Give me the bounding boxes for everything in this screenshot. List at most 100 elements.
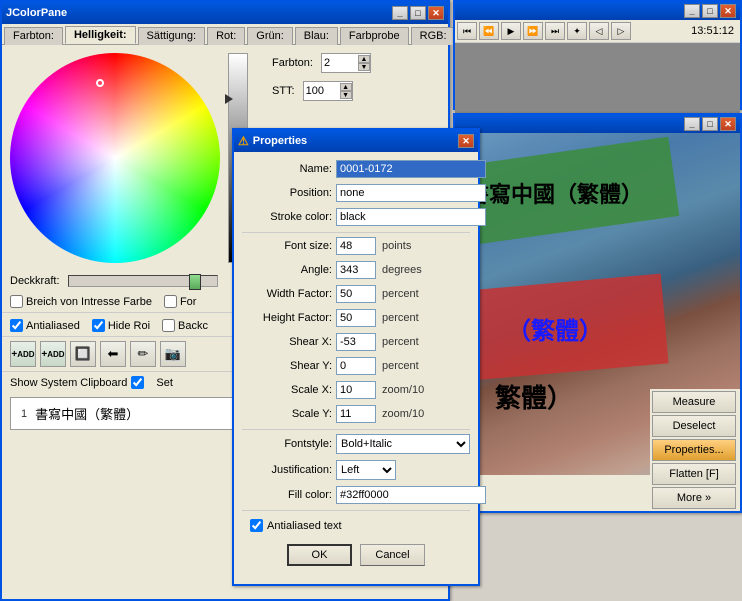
more-button[interactable]: More » <box>652 487 736 509</box>
flatten-button[interactable]: Flatten [F] <box>652 463 736 485</box>
maximize-button[interactable]: □ <box>410 6 426 20</box>
minimize-button[interactable]: _ <box>392 6 408 20</box>
prop-fillcolor-label: Fill color: <box>242 489 332 501</box>
img-btn-3[interactable]: ▶ <box>501 22 521 40</box>
title-controls: _ □ ✕ <box>392 6 444 20</box>
tool-btn-5[interactable]: ✏ <box>130 341 156 367</box>
prop-angle-input[interactable] <box>336 261 376 279</box>
measure-button[interactable]: Measure <box>652 391 736 413</box>
prop-scalex-input[interactable] <box>336 381 376 399</box>
tab-blau[interactable]: Blau: <box>295 27 338 45</box>
farbton-down[interactable]: ▼ <box>358 63 370 71</box>
stt-input[interactable] <box>304 82 340 100</box>
jcolorpane-titlebar: JColorPane _ □ ✕ <box>2 2 448 24</box>
prop-fillcolor-input[interactable] <box>336 486 486 504</box>
hide-roi-checkbox[interactable] <box>92 319 105 332</box>
prop-sheary-label: Shear Y: <box>242 360 332 372</box>
prop-heightfactor-input[interactable] <box>336 309 376 327</box>
deselect-button[interactable]: Deselect <box>652 415 736 437</box>
farbton-spinner[interactable]: ▲ ▼ <box>358 55 370 71</box>
prop-angle-row: Angle: degrees <box>242 261 470 279</box>
tool-btn-4[interactable]: ⬅ <box>100 341 126 367</box>
prop-name-input[interactable] <box>336 160 486 178</box>
prop-stroke-input[interactable] <box>336 208 486 226</box>
back-cb-item: Backc <box>162 319 208 332</box>
tab-farbton[interactable]: Farbton: <box>4 27 63 45</box>
imgwin-minimize[interactable]: _ <box>684 4 700 18</box>
img-btn-6[interactable]: ✦ <box>567 22 587 40</box>
photowin-close[interactable]: ✕ <box>720 117 736 131</box>
farbton-up[interactable]: ▲ <box>358 55 370 63</box>
prop-name-row: Name: <box>242 160 470 178</box>
stt-up[interactable]: ▲ <box>340 83 352 91</box>
widthfactor-unit: percent <box>382 288 419 300</box>
tab-farbprobe[interactable]: Farbprobe <box>340 27 409 45</box>
breich-label: Breich von Intresse Farbe <box>26 296 152 308</box>
photowin-titlebar: _ □ ✕ <box>455 115 740 133</box>
img-btn-2[interactable]: ⏪ <box>479 22 499 40</box>
shearx-unit: percent <box>382 336 419 348</box>
prop-position-input[interactable] <box>336 184 486 202</box>
opacity-slider[interactable] <box>68 275 218 287</box>
show-clipboard-checkbox[interactable] <box>131 376 144 389</box>
prop-justification-select[interactable]: Left Center Right <box>336 460 396 480</box>
prop-fontstyle-select[interactable]: Bold+Italic Bold Italic Plain <box>336 434 470 454</box>
farbton-input[interactable] <box>322 54 358 72</box>
prop-heightfactor-label: Height Factor: <box>242 312 332 324</box>
stt-down[interactable]: ▼ <box>340 91 352 99</box>
for-checkbox[interactable] <box>164 295 177 308</box>
properties-button[interactable]: Properties... <box>652 439 736 461</box>
prop-shearx-input[interactable] <box>336 333 376 351</box>
tool-btn-6[interactable]: 📷 <box>160 341 186 367</box>
cancel-button[interactable]: Cancel <box>360 544 425 566</box>
img-btn-r1[interactable]: ◁ <box>589 22 609 40</box>
cn-text-red: （繁體） <box>507 311 603 346</box>
prop-fillcolor-row: Fill color: <box>242 486 470 504</box>
imgwin-maximize[interactable]: □ <box>702 4 718 18</box>
tab-grun[interactable]: Grün: <box>247 27 293 45</box>
prop-fontsize-input[interactable] <box>336 237 376 255</box>
tool-btn-3[interactable]: 🔲 <box>70 341 96 367</box>
tab-rgb[interactable]: RGB: <box>411 27 456 45</box>
for-label: For <box>180 296 197 308</box>
fontsize-unit: points <box>382 240 411 252</box>
hide-roi-label: Hide Roi <box>108 320 150 332</box>
tab-sattigung[interactable]: Sättigung: <box>138 27 206 45</box>
prop-antialiased-checkbox[interactable] <box>250 519 263 532</box>
tab-rot[interactable]: Rot: <box>207 27 245 45</box>
farbton-row: Farbton: ▲ ▼ <box>264 53 379 77</box>
antialiased-checkbox[interactable] <box>10 319 23 332</box>
brightness-handle <box>225 94 233 104</box>
properties-title: Properties <box>253 135 307 147</box>
tab-helligkeit[interactable]: Helligkeit: <box>65 26 136 44</box>
back-checkbox[interactable] <box>162 319 175 332</box>
prop-widthfactor-row: Width Factor: percent <box>242 285 470 303</box>
close-button[interactable]: ✕ <box>428 6 444 20</box>
prop-antialiased-row: Antialiased text <box>242 515 470 536</box>
img-btn-1[interactable]: ⏮ <box>457 22 477 40</box>
antialiased-label: Antialiased <box>26 320 80 332</box>
image-toolbar-window: _ □ ✕ ⏮ ⏪ ▶ ⏩ ⏭ ✦ ◁ ▷ 13:51:12 <box>453 0 742 110</box>
stt-spinner[interactable]: ▲ ▼ <box>340 83 352 99</box>
add-button-2[interactable]: +ADD <box>40 341 66 367</box>
img-btn-5[interactable]: ⏭ <box>545 22 565 40</box>
properties-close[interactable]: ✕ <box>458 134 474 148</box>
img-btn-r2[interactable]: ▷ <box>611 22 631 40</box>
prop-fontstyle-row: Fontstyle: Bold+Italic Bold Italic Plain <box>242 434 470 454</box>
prop-scaley-input[interactable] <box>336 405 376 423</box>
list-text: 書寫中國（繁體） <box>35 404 139 423</box>
imgwin-close[interactable]: ✕ <box>720 4 736 18</box>
add-button-1[interactable]: +ADD <box>10 341 36 367</box>
photo-window: _ □ ✕ 書寫中國（繁體） （繁體） 繁體） Measure Deselect… <box>453 113 742 513</box>
properties-titlebar: ⚠ Properties ✕ <box>234 130 478 152</box>
color-wheel[interactable] <box>10 53 220 263</box>
img-btn-4[interactable]: ⏩ <box>523 22 543 40</box>
prop-widthfactor-input[interactable] <box>336 285 376 303</box>
photowin-minimize[interactable]: _ <box>684 117 700 131</box>
photowin-maximize[interactable]: □ <box>702 117 718 131</box>
time-display: 13:51:12 <box>691 25 738 37</box>
prop-sheary-input[interactable] <box>336 357 376 375</box>
breich-checkbox[interactable] <box>10 295 23 308</box>
ok-button[interactable]: OK <box>287 544 352 566</box>
set-label: Set <box>156 377 173 389</box>
